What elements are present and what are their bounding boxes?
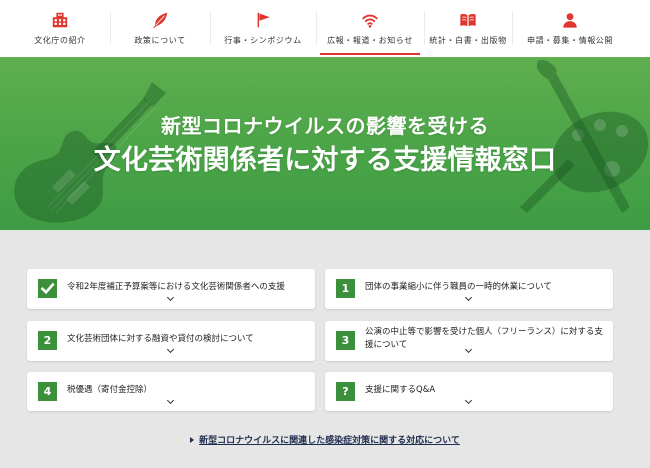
hero-decoration: [14, 59, 649, 223]
nav-label: 統計・白書・出版物: [429, 36, 507, 45]
arrow-right-icon: [190, 436, 195, 443]
card-supplementary-budget[interactable]: 令和2年度補正予算案等における文化芸術関係者への支援: [27, 269, 315, 309]
nav-item-applications[interactable]: 申請・募集・情報公開: [512, 0, 628, 57]
nav-label: 政策について: [134, 36, 186, 45]
infection-control-link[interactable]: 新型コロナウイルスに関連した感染症対策に関する対応について: [0, 434, 650, 448]
card-faq[interactable]: ? 支援に関するQ&A: [325, 372, 613, 411]
card-tax-incentive[interactable]: 4 税優遇（寄付金控除）: [27, 372, 315, 411]
nav-item-press[interactable]: 広報・報道・お知らせ: [316, 0, 424, 57]
hero-title: 文化芸術関係者に対する支援情報窓口: [93, 145, 557, 176]
building-icon: [51, 11, 69, 29]
card-label: 支援に関するQ&A: [365, 384, 436, 395]
nav-item-events[interactable]: 行事・シンポジウム: [210, 0, 316, 57]
infection-control-link-text[interactable]: 新型コロナウイルスに関連した感染症対策に関する対応について: [199, 436, 460, 446]
nav-label: 広報・報道・お知らせ: [327, 36, 413, 45]
card-number-badge: 2: [38, 331, 57, 350]
hero-banner: 新型コロナウイルスの影響を受ける 文化芸術関係者に対する支援情報窓口: [0, 57, 650, 230]
nav-item-about-agency[interactable]: 文化庁の紹介: [10, 0, 110, 57]
card-label-wrap: 団体の事業縮小に伴う職員の一時的休業について: [365, 270, 607, 304]
card-label-wrap: 公演の中止等で影響を受けた個人（フリーランス）に対する支援について: [365, 322, 607, 356]
nav-label: 申請・募集・情報公開: [527, 36, 613, 45]
card-number-badge: 3: [336, 331, 355, 350]
nav-label: 行事・シンポジウム: [224, 36, 302, 45]
card-label-wrap: 税優遇（寄付金控除）: [67, 373, 309, 407]
card-label: 文化芸術団体に対する融資や貸付の検討について: [67, 333, 254, 344]
broadcast-icon: [361, 11, 379, 29]
book-icon: [459, 11, 477, 29]
global-nav: 文化庁の紹介 政策について 行事・シンポジウム 広報・報道・お知らせ 統計・白書…: [0, 0, 650, 57]
card-badge: [38, 279, 57, 298]
nav-item-policy[interactable]: 政策について: [110, 0, 210, 57]
nav-item-statistics[interactable]: 統計・白書・出版物: [424, 0, 512, 57]
card-label-wrap: 令和2年度補正予算案等における文化芸術関係者への支援: [67, 270, 309, 304]
card-freelance-support[interactable]: 3 公演の中止等で影響を受けた個人（フリーランス）に対する支援について: [325, 321, 613, 361]
check-icon: [40, 282, 55, 295]
card-label: 令和2年度補正予算案等における文化芸術関係者への支援: [67, 281, 285, 292]
nav-label: 文化庁の紹介: [34, 36, 86, 45]
card-loans[interactable]: 2 文化芸術団体に対する融資や貸付の検討について: [27, 321, 315, 361]
card-label: 団体の事業縮小に伴う職員の一時的休業について: [365, 281, 552, 292]
card-temporary-leave[interactable]: 1 団体の事業縮小に伴う職員の一時的休業について: [325, 269, 613, 309]
card-number-badge: 1: [336, 279, 355, 298]
quill-icon: [151, 11, 169, 29]
card-label: 公演の中止等で影響を受けた個人（フリーランス）に対する支援について: [365, 327, 603, 350]
card-label-wrap: 文化芸術団体に対する融資や貸付の検討について: [67, 322, 309, 356]
flag-icon: [254, 11, 272, 29]
card-label: 税優遇（寄付金控除）: [67, 384, 153, 395]
card-number-badge: ?: [336, 382, 355, 401]
hero-subtitle: 新型コロナウイルスの影響を受ける: [161, 114, 489, 138]
card-label-wrap: 支援に関するQ&A: [365, 373, 607, 407]
card-number-badge: 4: [38, 382, 57, 401]
person-icon: [561, 11, 579, 29]
